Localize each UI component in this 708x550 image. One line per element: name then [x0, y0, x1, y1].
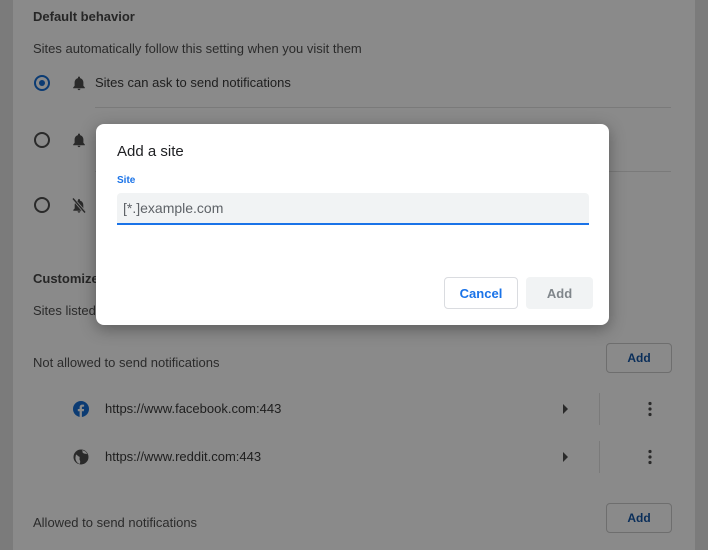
facebook-icon — [73, 401, 89, 417]
dialog-title: Add a site — [117, 143, 184, 160]
bell-icon — [73, 76, 85, 91]
more-vert-icon[interactable] — [647, 401, 653, 417]
option-divider — [95, 107, 671, 108]
row-separator — [599, 393, 600, 425]
chevron-right-icon[interactable] — [562, 452, 570, 462]
default-behavior-heading: Default behavior — [33, 9, 135, 24]
site-url: https://www.reddit.com:443 — [105, 449, 262, 464]
site-url: https://www.facebook.com:443 — [105, 401, 282, 416]
globe-icon — [73, 449, 89, 465]
radio-option-3[interactable] — [34, 197, 50, 213]
bell-off-icon — [71, 197, 87, 214]
site-input[interactable] — [123, 193, 583, 223]
radio-option-2[interactable] — [34, 132, 50, 148]
cancel-button[interactable]: Cancel — [444, 277, 518, 309]
customized-heading: Customize — [33, 271, 99, 286]
not-allowed-label: Not allowed to send notifications — [33, 355, 220, 370]
site-field[interactable] — [117, 193, 589, 225]
allowed-add-button[interactable]: Add — [606, 503, 672, 533]
bell-icon — [73, 133, 85, 148]
default-behavior-description: Sites automatically follow this setting … — [33, 41, 362, 56]
radio-ask-notifications[interactable] — [34, 75, 50, 91]
customized-description: Sites listed — [33, 303, 96, 318]
chevron-right-icon[interactable] — [562, 404, 570, 414]
not-allowed-add-button[interactable]: Add — [606, 343, 672, 373]
allowed-label: Allowed to send notifications — [33, 515, 198, 530]
add-site-dialog: Add a site Site Cancel Add — [96, 124, 609, 325]
option-ask-label: Sites can ask to send notifications — [95, 75, 291, 90]
row-separator — [599, 441, 600, 473]
more-vert-icon[interactable] — [647, 449, 653, 465]
site-field-label: Site — [117, 175, 136, 186]
add-button[interactable]: Add — [526, 277, 593, 309]
